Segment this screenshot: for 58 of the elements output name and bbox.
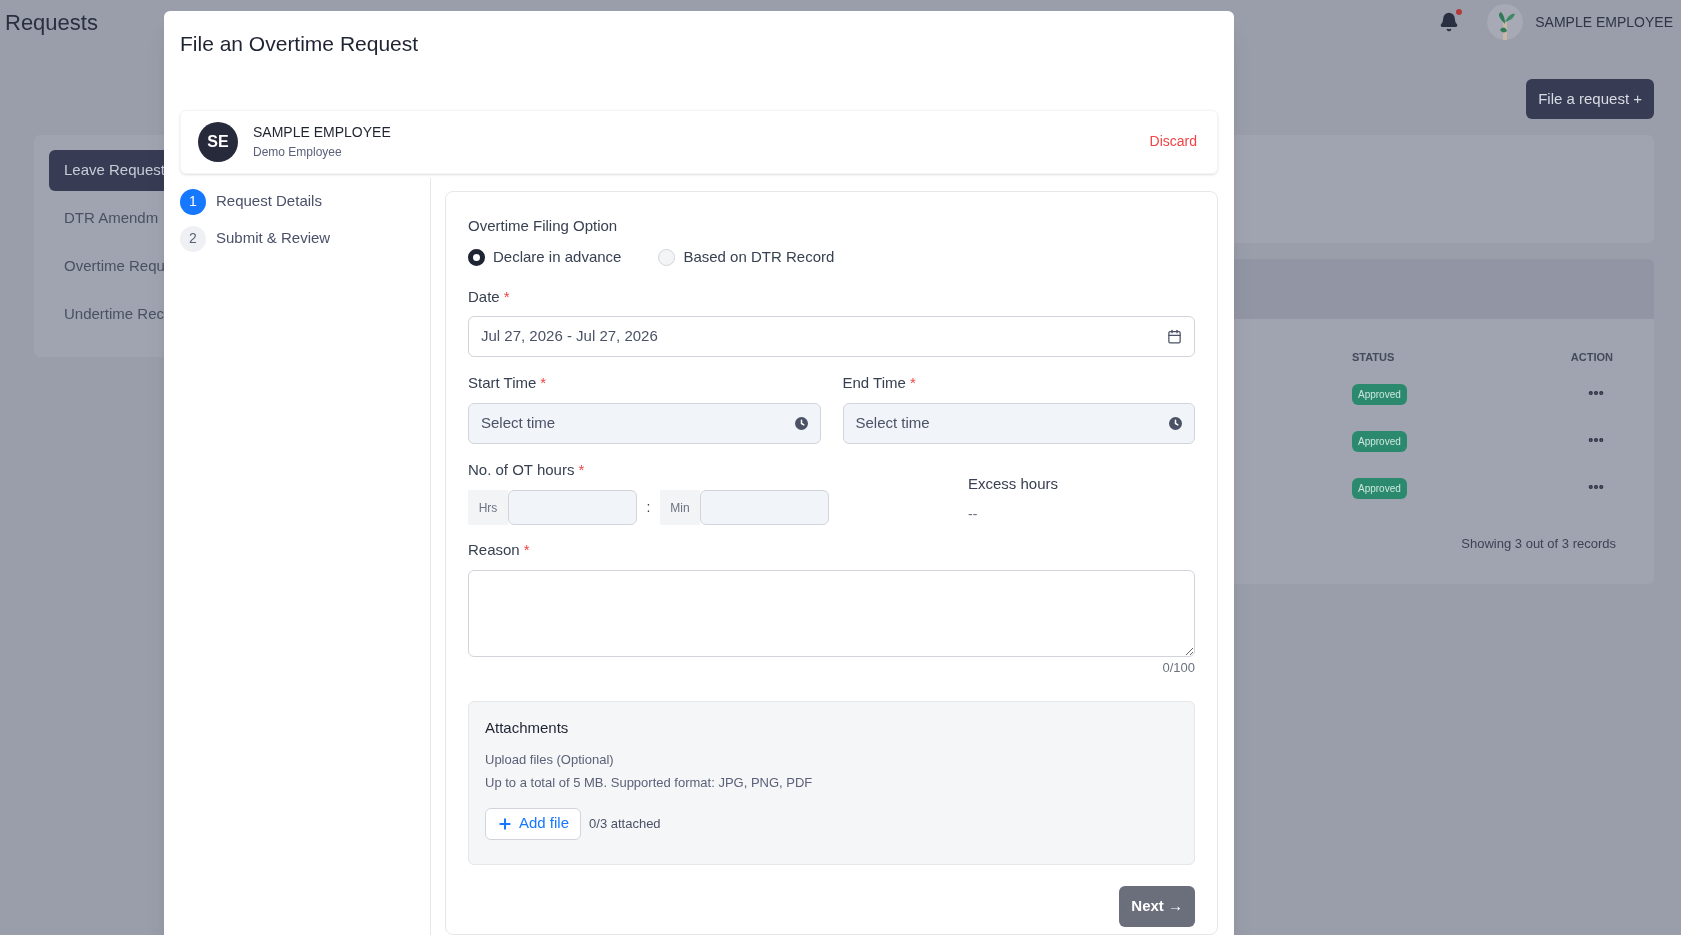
character-counter: 0/100 [1162, 658, 1195, 677]
employee-name: SAMPLE EMPLOYEE [253, 123, 391, 142]
time-separator: : [645, 498, 652, 517]
field-label: End Time [842, 373, 906, 393]
bell-icon[interactable] [1439, 12, 1460, 32]
field-label: Date [468, 286, 500, 307]
minutes-prefix: Min [660, 490, 700, 525]
file-request-button[interactable]: File a request + [1526, 79, 1654, 119]
column-header: ACTION [1569, 350, 1613, 365]
add-file-button[interactable]: Add file [485, 807, 582, 840]
status-badge: Approved [1352, 477, 1407, 499]
page-title: Requests [5, 8, 98, 37]
field-label: Overtime Filing Option [468, 215, 619, 236]
radio-button[interactable] [468, 248, 485, 266]
field-label: Reason [468, 540, 520, 560]
step-label[interactable]: Submit & Review [216, 227, 331, 250]
field-label: Excess hours [968, 473, 1059, 494]
status-badge: Approved [1352, 383, 1407, 405]
step-number: 1 [180, 188, 206, 215]
hours-input[interactable] [508, 490, 637, 525]
attachments-note: Up to a total of 5 MB. Supported format: JPG, PNG, PDF [485, 774, 814, 792]
date-value: Jul 27, 2026 - Jul 27, 2026 [481, 326, 658, 347]
attachments-subtitle: Upload files (Optional) [485, 750, 615, 769]
reason-field[interactable] [468, 569, 1195, 657]
attachments-title: Attachments [485, 718, 570, 738]
attached-count: 0/3 attached [589, 814, 661, 833]
required-mark: * [503, 286, 510, 307]
field-label: Start Time [468, 373, 537, 393]
next-button[interactable]: Next → [1119, 886, 1195, 927]
employee-role: Demo Employee [253, 144, 343, 161]
time-placeholder: Select time [855, 412, 930, 433]
user-name: SAMPLE EMPLOYEE [1535, 12, 1673, 32]
plus-icon [497, 815, 513, 832]
radio-label: Declare in advance [493, 247, 622, 267]
records-count: Showing 3 out of 3 records [1461, 535, 1616, 553]
excess-hours-value: -- [968, 505, 979, 524]
required-mark: * [909, 373, 916, 393]
time-field[interactable]: Select time [468, 402, 821, 444]
date-field[interactable]: Jul 27, 2026 - Jul 27, 2026 [468, 316, 1195, 357]
calendar-icon [1167, 329, 1182, 344]
time-placeholder: Select time [481, 412, 556, 433]
required-mark: * [523, 540, 530, 560]
column-header: STATUS [1352, 350, 1396, 365]
field-label: No. of OT hours [468, 459, 575, 480]
step-number: 2 [180, 225, 206, 252]
discard-button[interactable]: Discard [1149, 131, 1197, 152]
required-mark: * [540, 373, 547, 393]
time-field[interactable]: Select time [842, 402, 1195, 444]
radio-label: Based on DTR Record [683, 247, 835, 267]
hours-prefix: Hrs [468, 490, 508, 525]
avatar: SE [198, 121, 238, 162]
minutes-input[interactable] [700, 490, 829, 525]
step-label[interactable]: Request Details [216, 190, 322, 213]
modal-title: File an Overtime Request [180, 31, 420, 57]
required-mark: * [578, 459, 585, 480]
clock-icon [794, 416, 808, 430]
clock-icon [1169, 416, 1182, 430]
status-badge: Approved [1352, 430, 1407, 452]
